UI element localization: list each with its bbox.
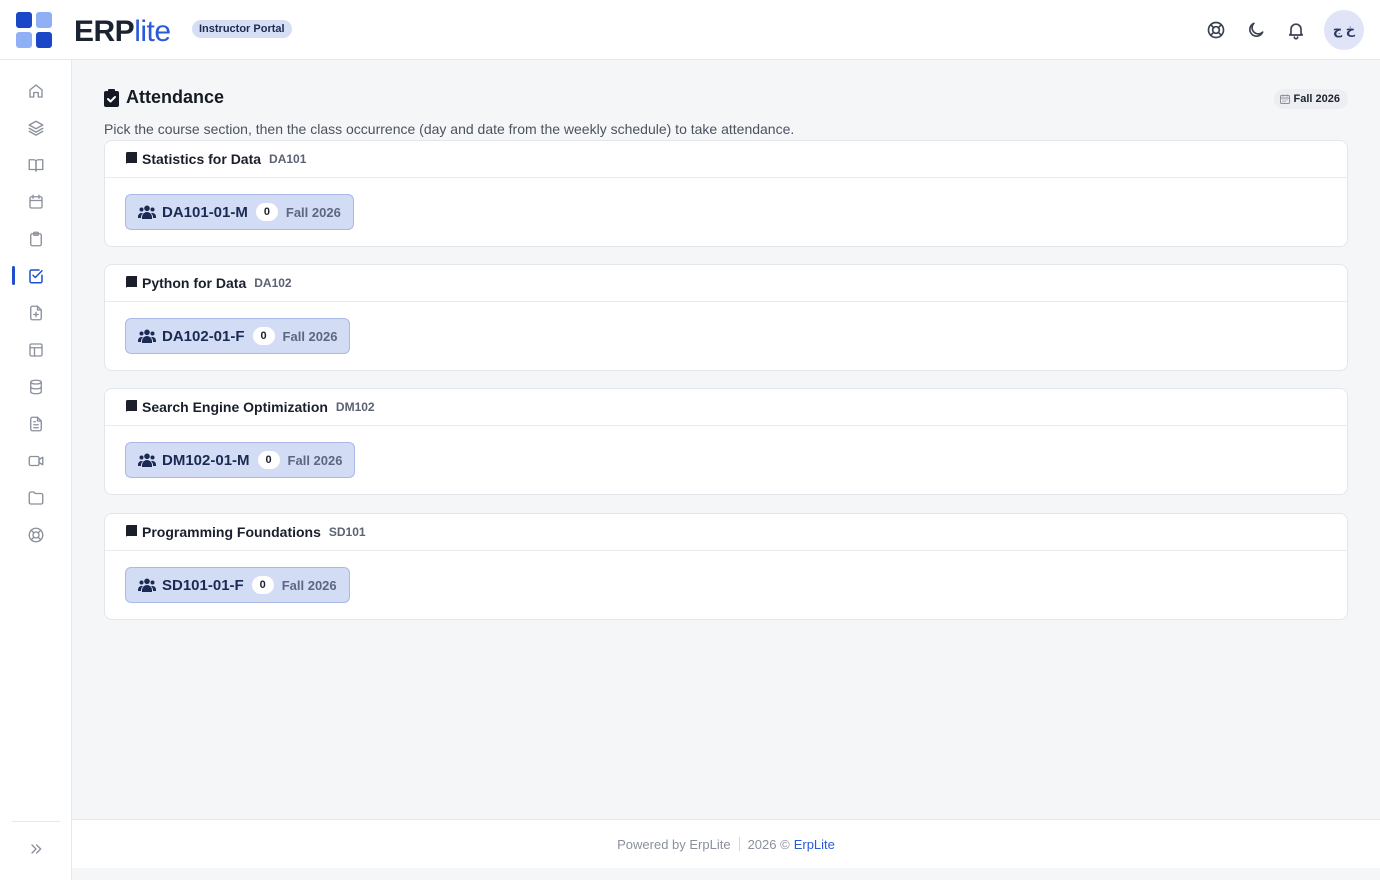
section-button[interactable]: DA102-01-F 0 Fall 2026 [125, 318, 351, 354]
logo-icon[interactable] [16, 12, 53, 49]
database-icon [30, 379, 42, 394]
section-button[interactable]: DM102-01-M 0 Fall 2026 [125, 442, 356, 478]
users-icon [138, 578, 156, 592]
calendar-icon [29, 194, 43, 209]
course-name: Search Engine Optimization [142, 399, 328, 415]
course-code: DA102 [254, 276, 292, 290]
student-count-badge: 0 [252, 327, 275, 345]
file-plus-icon [30, 305, 42, 320]
student-count-badge: 0 [251, 576, 274, 594]
footer: Powered by ErpLite 2026 © ErpLite [72, 819, 1380, 868]
page-header: Attendance Fall 2026 [104, 87, 1348, 111]
powered-by-text: Powered by ErpLite [617, 836, 731, 852]
brand-secondary: lite [134, 15, 171, 48]
brand-primary: ERP [74, 15, 135, 48]
course-card: Statistics for Data DA101 DA101-01-M 0 F… [104, 140, 1348, 247]
users-icon [138, 329, 156, 343]
document-icon [30, 416, 42, 431]
section-term: Fall 2026 [282, 328, 338, 344]
term-badge: Fall 2026 [1273, 89, 1348, 109]
section-label: DA101-01-M [162, 203, 248, 221]
users-icon [138, 453, 156, 467]
page-title-text: Attendance [126, 87, 225, 107]
lifebuoy-icon[interactable] [1200, 14, 1232, 46]
page-title: Attendance [104, 87, 1348, 108]
sidebar-item-database[interactable] [0, 368, 72, 405]
sidebar [0, 60, 72, 880]
page-subtitle: Pick the course section, then the class … [104, 121, 795, 137]
moon-icon[interactable] [1240, 14, 1272, 46]
section-term: Fall 2026 [281, 577, 337, 593]
section-button[interactable]: SD101-01-F 0 Fall 2026 [125, 567, 350, 603]
layout-icon [29, 342, 43, 357]
section-term: Fall 2026 [285, 204, 341, 220]
lifebuoy-icon [28, 527, 44, 542]
course-name: Statistics for Data [142, 151, 262, 167]
student-count-badge: 0 [255, 203, 278, 221]
book-icon [126, 525, 137, 539]
header-actions: خ ج [1200, 10, 1364, 50]
course-code: SD101 [328, 525, 366, 539]
course-code: DA101 [269, 152, 307, 166]
sidebar-item-layers[interactable] [0, 109, 72, 146]
course-name: Programming Foundations [142, 524, 321, 540]
chevrons-right-icon [31, 844, 42, 854]
course-header: Search Engine Optimization DM102 [105, 389, 1347, 426]
layers-icon [28, 120, 44, 136]
book-icon [126, 152, 137, 166]
footer-brand-link[interactable]: ErpLite [794, 837, 835, 852]
bell-icon[interactable] [1280, 14, 1312, 46]
course-header: Programming Foundations SD101 [105, 514, 1347, 551]
section-label: DM102-01-M [162, 451, 250, 469]
clipboard-icon [30, 231, 42, 246]
term-label: Fall 2026 [1293, 93, 1340, 105]
student-count-badge: 0 [257, 451, 280, 469]
course-card: Python for Data DA102 DA102-01-F 0 Fall … [104, 264, 1348, 371]
course-code: DM102 [335, 400, 375, 414]
sidebar-item-folders[interactable] [0, 479, 72, 516]
clipboard-check-icon [104, 88, 119, 107]
calendar-small-icon [1279, 94, 1290, 104]
sidebar-item-attendance[interactable] [0, 257, 72, 294]
section-term: Fall 2026 [287, 452, 343, 468]
sidebar-item-add-file[interactable] [0, 294, 72, 331]
brand-logo[interactable]: ERPlite [74, 14, 171, 50]
copyright-text: 2026 © [747, 836, 790, 852]
course-header: Statistics for Data DA101 [105, 141, 1347, 178]
course-card: Search Engine Optimization DM102 DM102-0… [104, 388, 1348, 495]
sidebar-item-assignments[interactable] [0, 220, 72, 257]
sidebar-item-documents[interactable] [0, 405, 72, 442]
sidebar-item-home[interactable] [0, 72, 72, 109]
book-icon [126, 276, 137, 290]
course-name: Python for Data [142, 275, 247, 291]
home-icon [29, 83, 43, 98]
sidebar-item-video[interactable] [0, 442, 72, 479]
video-icon [28, 455, 44, 466]
footer-divider [738, 837, 740, 851]
users-icon [138, 205, 156, 219]
book-icon [126, 400, 137, 414]
checkbox-icon [29, 268, 43, 283]
user-avatar[interactable]: خ ج [1324, 10, 1364, 50]
portal-badge: Instructor Portal [192, 20, 292, 38]
sidebar-divider [12, 821, 60, 822]
folder-icon [28, 490, 44, 505]
sidebar-item-courses[interactable] [0, 146, 72, 183]
sidebar-item-support[interactable] [0, 516, 72, 553]
top-bar: ERPlite Instructor Portal خ ج [0, 0, 1380, 60]
sidebar-expand-button[interactable] [0, 836, 72, 862]
sidebar-item-schedule[interactable] [0, 183, 72, 220]
section-label: SD101-01-F [162, 576, 244, 594]
book-open-icon [28, 158, 44, 172]
course-card: Programming Foundations SD101 SD101-01-F… [104, 513, 1348, 620]
sidebar-item-layout[interactable] [0, 331, 72, 368]
section-label: DA102-01-F [162, 327, 245, 345]
section-button[interactable]: DA101-01-M 0 Fall 2026 [125, 194, 354, 230]
course-header: Python for Data DA102 [105, 265, 1347, 302]
